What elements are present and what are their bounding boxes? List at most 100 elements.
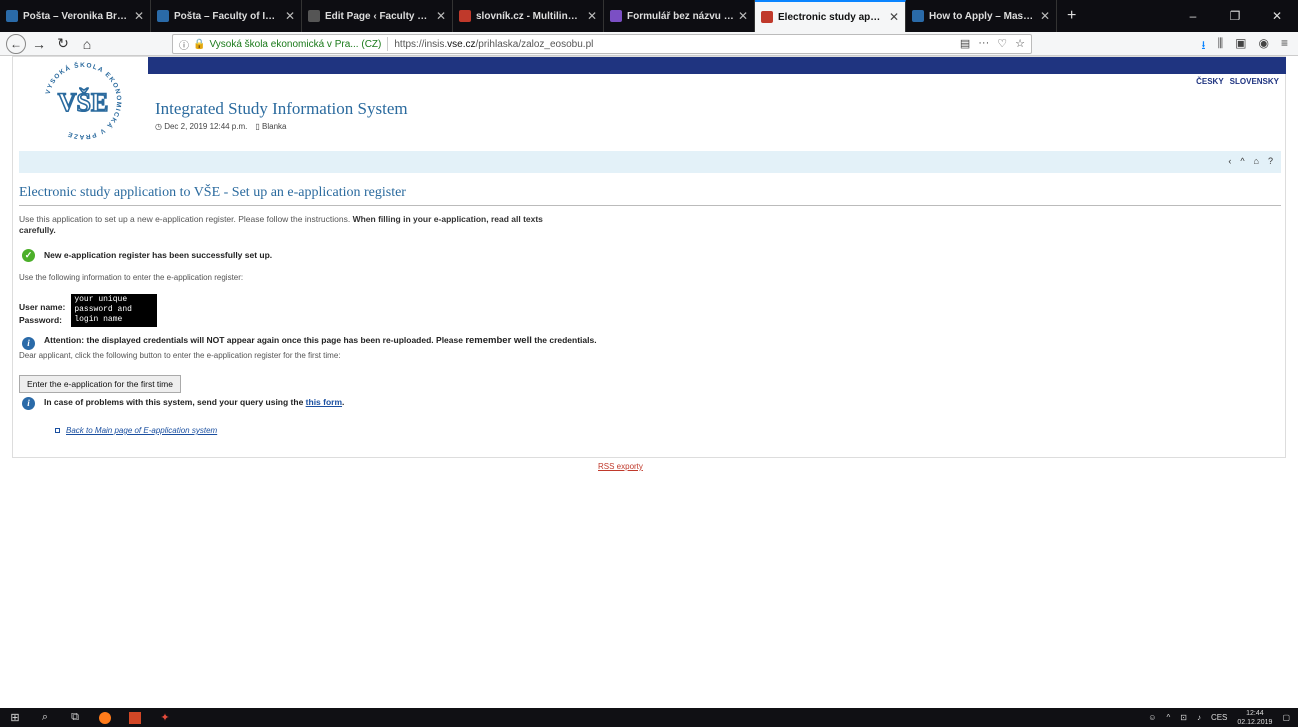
credentials-box: your unique password and login name xyxy=(71,293,158,327)
new-tab-button[interactable]: + xyxy=(1057,0,1086,32)
browser-toolbar-icons: ⭳ ⫼ ▣ ◉ ≡ xyxy=(1201,36,1298,57)
tray-chevron-icon[interactable]: ^ xyxy=(1166,713,1170,722)
tab-close-icon[interactable]: ✕ xyxy=(1040,9,1050,23)
tab-close-icon[interactable]: ✕ xyxy=(436,9,446,23)
tab-close-icon[interactable]: ✕ xyxy=(134,9,144,23)
bullet-icon xyxy=(55,427,60,433)
browser-tab[interactable]: Edit Page ‹ Faculty of Informatics a ✕ xyxy=(302,0,453,32)
tab-favicon-icon xyxy=(6,10,18,22)
page-actions-icon[interactable]: ··· xyxy=(978,37,989,50)
username-label: User name: xyxy=(19,301,66,312)
rss-export-link[interactable]: RSS exporty xyxy=(598,462,643,471)
reader-view-icon[interactable]: ▤ xyxy=(960,37,970,50)
task-view-icon[interactable]: ⧉ xyxy=(60,708,90,727)
library-icon[interactable]: ⫼ xyxy=(1218,36,1224,57)
tab-close-icon[interactable]: ✕ xyxy=(738,9,748,23)
reload-button[interactable]: ↻ xyxy=(52,33,74,55)
url-text: https://insis.vse.cz/prihlaska/zaloz_eos… xyxy=(394,38,594,50)
notifications-icon[interactable]: ▢ xyxy=(1282,713,1290,722)
success-message: ✓ New e-application register has been su… xyxy=(19,248,1281,262)
current-user: ▯ Blanka xyxy=(255,122,287,131)
tab-label: How to Apply – Master in Man xyxy=(929,10,1036,22)
lang-slovak-link[interactable]: SLOVENSKY xyxy=(1230,77,1279,86)
url-actions: ▤ ··· ♡ ☆ xyxy=(960,37,1025,50)
home-button[interactable]: ⌂ xyxy=(76,33,98,55)
tab-favicon-icon xyxy=(912,10,924,22)
intro-text: Use this application to set up a new e-a… xyxy=(19,214,543,236)
volume-icon[interactable]: ♪ xyxy=(1197,713,1201,722)
page-heading: Electronic study application to VŠE - Se… xyxy=(19,185,1281,206)
home-icon[interactable]: ⌂ xyxy=(1254,156,1259,166)
datetime: ◷ Dec 2, 2019 12:44 p.m. xyxy=(155,122,248,131)
system-tray: ☺ ^ ⊡ ♪ CES 12:44 02.12.2019 ▢ xyxy=(1148,708,1290,727)
account-icon[interactable]: ◉ xyxy=(1259,36,1269,57)
app-icon[interactable]: ✦ xyxy=(150,708,180,727)
nav-icons: ‹ ^ ⌂ ? xyxy=(1228,156,1273,166)
vse-logo[interactable]: VYSOKÁ ŠKOLA EKONOMICKÁ V PRAZE VŠE xyxy=(37,59,129,143)
bookmark-star-icon[interactable]: ☆ xyxy=(1015,37,1025,50)
use-info-text: Use the following information to enter t… xyxy=(19,272,244,282)
browser-tab[interactable]: Formulář bez názvu - Formulář ✕ xyxy=(604,0,755,32)
back-arrow-icon[interactable]: ‹ xyxy=(1228,156,1231,166)
tab-favicon-icon xyxy=(157,10,169,22)
web-page: ČESKY SLOVENSKY VYSOKÁ ŠKOLA EKONOMICKÁ … xyxy=(12,56,1286,458)
browser-tab[interactable]: Pošta – Faculty of Informatics a ✕ xyxy=(151,0,302,32)
svg-text:VŠE: VŠE xyxy=(58,88,109,117)
tab-close-icon[interactable]: ✕ xyxy=(587,9,597,23)
site-brand: Integrated Study Information System ◷ De… xyxy=(155,99,408,131)
browser-tab[interactable]: How to Apply – Master in Man ✕ xyxy=(906,0,1057,32)
pocket-icon[interactable]: ♡ xyxy=(997,37,1007,50)
tab-favicon-icon xyxy=(459,10,471,22)
powerpoint-icon[interactable] xyxy=(120,708,150,727)
download-icon[interactable]: ⭳ xyxy=(1201,36,1205,57)
url-separator xyxy=(387,37,389,51)
back-to-main-link[interactable]: Back to Main page of E-application syste… xyxy=(55,426,1281,435)
top-band xyxy=(148,57,1286,74)
start-icon[interactable]: ⊞ xyxy=(0,708,30,727)
browser-tab[interactable]: Pošta – Veronika Brunerová – O ✕ xyxy=(0,0,151,32)
site-subtitle: ◷ Dec 2, 2019 12:44 p.m. ▯ Blanka xyxy=(155,122,408,131)
tab-close-icon[interactable]: ✕ xyxy=(285,9,295,23)
info-icon[interactable]: ⓘ xyxy=(179,37,189,52)
firefox-icon[interactable] xyxy=(90,708,120,727)
minimize-button[interactable]: – xyxy=(1172,0,1214,32)
credentials: User name: Password: your unique passwor… xyxy=(19,293,1281,327)
network-icon[interactable]: ⊡ xyxy=(1180,713,1187,722)
tab-label: Formulář bez názvu - Formulář xyxy=(627,10,734,22)
browser-tab[interactable]: Electronic study application to ✕ xyxy=(755,0,906,32)
language-switcher: ČESKY SLOVENSKY xyxy=(1196,77,1279,86)
up-arrow-icon[interactable]: ^ xyxy=(1240,156,1244,166)
tab-label: Pošta – Faculty of Informatics a xyxy=(174,10,281,22)
back-button[interactable]: ← xyxy=(6,33,26,54)
password-label: Password: xyxy=(19,314,62,325)
enter-e-application-button[interactable]: Enter the e-application for the first ti… xyxy=(19,374,181,393)
lock-icon[interactable]: 🔒 xyxy=(193,39,205,50)
maximize-button[interactable]: ❐ xyxy=(1214,0,1256,32)
url-bar[interactable]: ⓘ 🔒 Vysoká škola ekonomická v Pra... (CZ… xyxy=(172,34,1032,54)
people-icon[interactable]: ☺ xyxy=(1148,713,1156,722)
checkmark-icon: ✓ xyxy=(22,248,35,262)
search-icon[interactable]: ⌕ xyxy=(30,708,60,727)
help-icon[interactable]: ? xyxy=(1268,156,1273,166)
tab-close-icon[interactable]: ✕ xyxy=(889,10,899,24)
browser-tab-bar: Pošta – Veronika Brunerová – O✕Pošta – F… xyxy=(0,0,1298,32)
browser-tab[interactable]: slovník.cz - Multilingual Diction ✕ xyxy=(453,0,604,32)
menu-icon[interactable]: ≡ xyxy=(1281,36,1288,57)
dear-applicant-text: Dear applicant, click the following butt… xyxy=(19,350,341,360)
info-icon: i xyxy=(22,396,35,410)
browser-nav-bar: ← → ↻ ⌂ ⓘ 🔒 Vysoká škola ekonomická v Pr… xyxy=(0,32,1298,56)
problems-message: i In case of problems with this system, … xyxy=(19,395,1281,410)
language-indicator[interactable]: CES xyxy=(1211,713,1227,722)
navigation-band: ‹ ^ ⌂ ? xyxy=(19,151,1281,173)
clock[interactable]: 12:44 02.12.2019 xyxy=(1237,709,1272,727)
forward-button[interactable]: → xyxy=(28,33,50,55)
lang-czech-link[interactable]: ČESKY xyxy=(1196,77,1224,86)
close-window-button[interactable]: ✕ xyxy=(1256,0,1298,32)
tab-favicon-icon xyxy=(610,10,622,22)
tab-label: Electronic study application to xyxy=(778,11,885,23)
tab-label: Edit Page ‹ Faculty of Informatics a xyxy=(325,10,432,22)
contact-form-link[interactable]: this form xyxy=(306,397,342,407)
attention-message: i Attention: the displayed credentials w… xyxy=(19,335,1281,350)
sidebar-icon[interactable]: ▣ xyxy=(1235,36,1246,57)
tab-label: Pošta – Veronika Brunerová – O xyxy=(23,10,130,22)
